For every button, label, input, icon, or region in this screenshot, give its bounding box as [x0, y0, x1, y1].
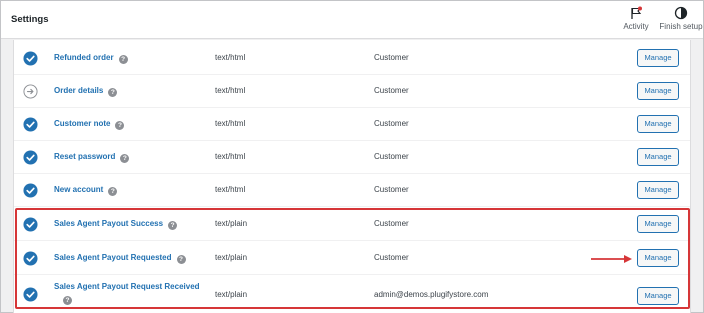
- manage-button[interactable]: Manage: [637, 82, 679, 100]
- manage-button[interactable]: Manage: [637, 115, 679, 133]
- manual-arrow-circle-icon: [23, 84, 38, 99]
- help-icon[interactable]: ?: [63, 296, 72, 305]
- manage-button[interactable]: Manage: [637, 215, 679, 233]
- content-type: text/plain: [215, 253, 248, 262]
- header-bar: Settings Activity Finish setup: [1, 1, 703, 39]
- recipient: Customer: [374, 86, 409, 95]
- table-row: Sales Agent Payout Success? text/plain C…: [14, 208, 690, 241]
- check-circle-icon: [23, 117, 38, 132]
- content-type: text/html: [215, 119, 246, 128]
- recipient: Customer: [374, 53, 409, 62]
- content-type: text/plain: [215, 290, 248, 299]
- check-circle-icon: [23, 217, 38, 232]
- content-type: text/html: [215, 86, 246, 95]
- check-circle-icon: [23, 51, 38, 66]
- content-type: text/plain: [215, 219, 248, 228]
- help-icon[interactable]: ?: [120, 154, 130, 163]
- recipient: Customer: [374, 253, 409, 262]
- email-name-link[interactable]: Sales Agent Payout Request Received: [54, 282, 200, 291]
- email-name-link[interactable]: Order details?: [54, 86, 118, 97]
- check-circle-icon: [23, 183, 38, 198]
- recipient: Customer: [374, 185, 409, 194]
- content-type: text/html: [215, 53, 246, 62]
- check-circle-icon: [23, 251, 38, 266]
- activity-label: Activity: [623, 22, 649, 31]
- help-icon[interactable]: ?: [168, 221, 178, 230]
- check-circle-icon: [23, 150, 38, 165]
- manage-button[interactable]: Manage: [637, 148, 679, 166]
- manage-button[interactable]: Manage: [637, 249, 679, 267]
- table-row: Sales Agent Payout Requested? text/plain…: [14, 242, 690, 275]
- finish-setup-label: Finish setup: [659, 22, 703, 31]
- manage-button[interactable]: Manage: [637, 287, 679, 305]
- email-name-link[interactable]: Reset password?: [54, 152, 130, 163]
- help-icon[interactable]: ?: [176, 255, 186, 264]
- email-name-link[interactable]: Sales Agent Payout Success?: [54, 219, 178, 230]
- half-circle-icon: [674, 6, 688, 20]
- manage-button[interactable]: Manage: [637, 49, 679, 67]
- activity-button[interactable]: Activity: [619, 6, 653, 31]
- recipient: Customer: [374, 119, 409, 128]
- flag-icon: [631, 6, 642, 19]
- recipient: Customer: [374, 219, 409, 228]
- table-row: Order details? text/html Customer Manage: [14, 75, 690, 108]
- content-type: text/html: [215, 185, 246, 194]
- emails-table: Refunded order? text/html Customer Manag…: [13, 40, 691, 313]
- table-row: Reset password? text/html Customer Manag…: [14, 141, 690, 174]
- recipient: Customer: [374, 152, 409, 161]
- page-title: Settings: [11, 14, 49, 25]
- help-icon[interactable]: ?: [108, 187, 118, 196]
- help-icon[interactable]: ?: [118, 55, 128, 64]
- table-row: New account? text/html Customer Manage: [14, 174, 690, 207]
- finish-setup-button[interactable]: Finish setup: [657, 6, 704, 31]
- recipient: admin@demos.plugifystore.com: [374, 290, 489, 299]
- email-name-link[interactable]: Refunded order?: [54, 53, 128, 64]
- help-icon[interactable]: ?: [108, 88, 118, 97]
- manage-button[interactable]: Manage: [637, 181, 679, 199]
- arrow-icon: [591, 255, 632, 263]
- table-row: Customer note? text/html Customer Manage: [14, 108, 690, 141]
- email-name-link[interactable]: Customer note?: [54, 119, 125, 130]
- table-row: Sales Agent Payout Request Received ? te…: [14, 276, 690, 313]
- email-name-link[interactable]: New account?: [54, 185, 118, 196]
- content-type: text/html: [215, 152, 246, 161]
- email-name-link[interactable]: Sales Agent Payout Requested?: [54, 253, 186, 264]
- check-circle-icon: [23, 287, 38, 302]
- help-icon[interactable]: ?: [115, 121, 125, 130]
- table-row: Refunded order? text/html Customer Manag…: [14, 42, 690, 75]
